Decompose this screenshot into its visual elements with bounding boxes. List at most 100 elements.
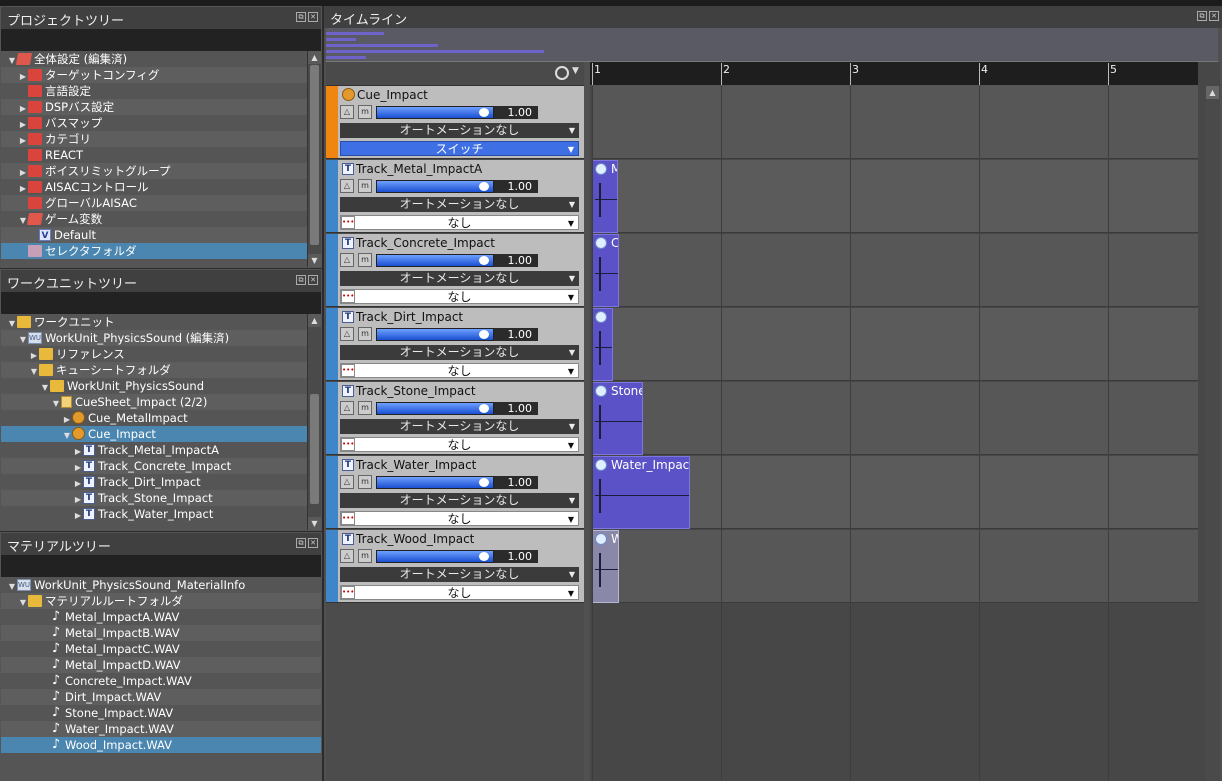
envelope-icon[interactable]: △ — [340, 475, 354, 489]
waveform-block[interactable]: Water_Impact — [592, 456, 690, 529]
selector-dropdown[interactable]: ••• なし ▼ — [340, 437, 579, 452]
volume-slider[interactable] — [376, 476, 494, 489]
more-icon[interactable]: ••• — [341, 290, 355, 303]
tree-item[interactable]: ▶ バスマップ — [1, 115, 321, 131]
tree-item[interactable]: ▶ T Track_Concrete_Impact — [1, 458, 321, 474]
volume-slider[interactable] — [376, 550, 494, 563]
volume-value[interactable]: 1.00 — [494, 476, 538, 489]
tree-item[interactable]: ♪ Metal_ImpactA.WAV — [1, 609, 321, 625]
tree-item[interactable]: ▶ ボイスリミットグループ — [1, 163, 321, 179]
cue-header[interactable]: Cue_Impact △ m 1.00 オートメーションなし ▼ スイッチ ▼ — [326, 86, 584, 159]
waveform-block[interactable]: M — [592, 160, 618, 233]
scroll-thumb[interactable] — [310, 65, 319, 245]
mute-icon[interactable]: m — [358, 327, 372, 341]
selector-dropdown[interactable]: ••• なし ▼ — [340, 585, 579, 600]
waveform-block[interactable] — [592, 308, 613, 381]
tree-item[interactable]: ▶ T Track_Dirt_Impact — [1, 474, 321, 490]
more-icon[interactable]: ••• — [341, 216, 355, 229]
tree-item[interactable]: ▶ DSPバス設定 — [1, 99, 321, 115]
tree-item[interactable]: ♪ Wood_Impact.WAV — [1, 737, 321, 753]
time-ruler[interactable]: 1 2 3 4 5 — [590, 62, 1198, 86]
automation-dropdown[interactable]: オートメーションなし ▼ — [340, 493, 579, 508]
tree-item[interactable]: ▶ T Track_Water_Impact — [1, 506, 321, 522]
volume-slider[interactable] — [376, 180, 494, 193]
automation-dropdown[interactable]: オートメーションなし ▼ — [340, 567, 579, 582]
tree-item[interactable]: ▶ T Track_Metal_ImpactA — [1, 442, 321, 458]
volume-value[interactable]: 1.00 — [494, 402, 538, 415]
close-icon[interactable]: ✕ — [308, 12, 318, 22]
scroll-up-icon[interactable]: ▲ — [1206, 86, 1219, 99]
mute-icon[interactable]: m — [358, 401, 372, 415]
selector-dropdown[interactable]: スイッチ ▼ — [340, 141, 579, 156]
timeline-area[interactable]: 1 2 3 4 5 M C Stone Water_Impact W ▲ — [590, 62, 1220, 781]
tree-item[interactable]: ▶ AISACコントロール — [1, 179, 321, 195]
more-icon[interactable]: ••• — [341, 512, 355, 525]
mute-icon[interactable]: m — [358, 179, 372, 193]
volume-value[interactable]: 1.00 — [494, 550, 538, 563]
scroll-up-icon[interactable]: ▲ — [308, 314, 321, 327]
tree-item[interactable]: ▼ ゲーム変数 — [1, 211, 321, 227]
track-header[interactable]: T Track_Concrete_Impact △ m 1.00 オートメーション… — [326, 234, 584, 307]
timeline-overview[interactable] — [326, 28, 1218, 62]
clock-icon[interactable] — [555, 66, 569, 80]
volume-value[interactable]: 1.00 — [494, 106, 538, 119]
automation-dropdown[interactable]: オートメーションなし ▼ — [340, 123, 579, 138]
mute-icon[interactable]: m — [358, 253, 372, 267]
tree-item[interactable]: ▼ CueSheet_Impact (2/2) — [1, 394, 321, 410]
tree-item[interactable]: ▼ WU WorkUnit_PhysicsSound (編集済) — [1, 330, 321, 346]
tree-item[interactable]: ▶ ターゲットコンフィグ — [1, 67, 321, 83]
tree-item[interactable]: ♪ Concrete_Impact.WAV — [1, 673, 321, 689]
selector-dropdown[interactable]: ••• なし ▼ — [340, 363, 579, 378]
track-header[interactable]: T Track_Stone_Impact △ m 1.00 オートメーションなし ▼… — [326, 382, 584, 455]
volume-slider[interactable] — [376, 328, 494, 341]
tree-item[interactable]: ▼ WU WorkUnit_PhysicsSound_MaterialInfo — [1, 577, 321, 593]
mute-icon[interactable]: m — [358, 549, 372, 563]
tree-item[interactable]: ▼ ワークユニット — [1, 314, 321, 330]
volume-slider[interactable] — [376, 402, 494, 415]
tree-item[interactable]: ▼ マテリアルルートフォルダ — [1, 593, 321, 609]
tree-item[interactable]: ▼ 全体設定 (編集済) — [1, 51, 321, 67]
tree-item[interactable]: ▼ WorkUnit_PhysicsSound — [1, 378, 321, 394]
volume-knob[interactable] — [479, 478, 489, 487]
track-header[interactable]: T Track_Metal_ImpactA △ m 1.00 オートメーションなし… — [326, 160, 584, 233]
envelope-icon[interactable]: △ — [340, 327, 354, 341]
waveform-block[interactable]: W — [592, 530, 619, 603]
tree-item[interactable]: ▶ カテゴリ — [1, 131, 321, 147]
undock-icon[interactable]: ⧉ — [296, 12, 306, 22]
mute-icon[interactable]: m — [358, 475, 372, 489]
tree-item[interactable]: 言語設定 — [1, 83, 321, 99]
close-icon[interactable]: ✕ — [1209, 11, 1219, 21]
volume-value[interactable]: 1.00 — [494, 180, 538, 193]
volume-value[interactable]: 1.00 — [494, 328, 538, 341]
volume-knob[interactable] — [479, 108, 489, 117]
undock-icon[interactable]: ⧉ — [296, 275, 306, 285]
tree-item[interactable]: V Default — [1, 227, 321, 243]
more-icon[interactable]: ••• — [341, 586, 355, 599]
tree-item[interactable]: ▼ キューシートフォルダ — [1, 362, 321, 378]
envelope-icon[interactable]: △ — [340, 549, 354, 563]
tree-item[interactable]: ♪ Stone_Impact.WAV — [1, 705, 321, 721]
undock-icon[interactable]: ⧉ — [296, 538, 306, 548]
tree-item[interactable]: ▼ Cue_Impact — [1, 426, 321, 442]
tree-item[interactable]: ▶ T Track_Stone_Impact — [1, 490, 321, 506]
tree-item[interactable]: ♪ Metal_ImpactD.WAV — [1, 657, 321, 673]
tree-item[interactable]: ♪ Metal_ImpactC.WAV — [1, 641, 321, 657]
envelope-icon[interactable]: △ — [340, 179, 354, 193]
more-icon[interactable]: ••• — [341, 438, 355, 451]
volume-knob[interactable] — [479, 182, 489, 191]
more-icon[interactable]: ••• — [341, 364, 355, 377]
chevron-down-icon[interactable]: ▼ — [572, 66, 579, 76]
tree-item[interactable]: セレクタフォルダ — [1, 243, 321, 259]
waveform-block[interactable]: C — [592, 234, 619, 307]
track-header[interactable]: T Track_Wood_Impact △ m 1.00 オートメーションなし ▼ … — [326, 530, 584, 603]
close-icon[interactable]: ✕ — [308, 538, 318, 548]
scrollbar[interactable]: ▲ ▼ — [307, 51, 321, 267]
tree-item[interactable]: ♪ Dirt_Impact.WAV — [1, 689, 321, 705]
tree-item[interactable]: グローバルAISAC — [1, 195, 321, 211]
tree-item[interactable]: ♪ Metal_ImpactB.WAV — [1, 625, 321, 641]
tree-item[interactable]: ▶ リファレンス — [1, 346, 321, 362]
volume-knob[interactable] — [479, 256, 489, 265]
scroll-down-icon[interactable]: ▼ — [308, 517, 321, 530]
automation-dropdown[interactable]: オートメーションなし ▼ — [340, 271, 579, 286]
scroll-down-icon[interactable]: ▼ — [308, 254, 321, 267]
